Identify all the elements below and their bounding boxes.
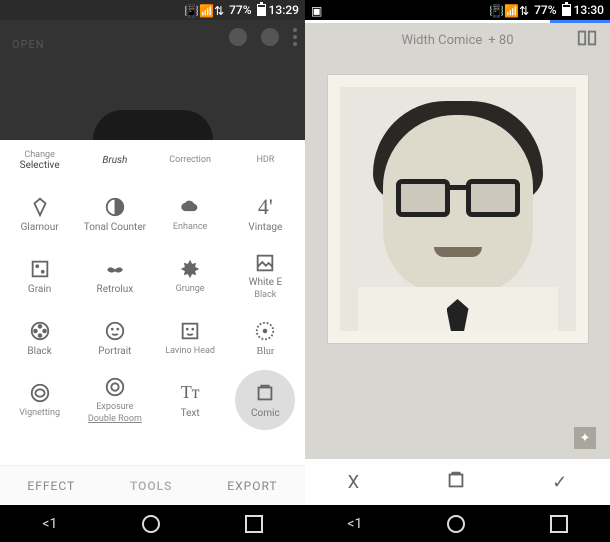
overflow-menu-icon[interactable]: [293, 28, 297, 46]
tool-vignetting[interactable]: Vignetting: [2, 368, 77, 430]
dotcircle-icon: [252, 318, 278, 344]
tools-panel: ChangeSelective Brush Correction HDR Gla…: [0, 140, 305, 465]
tool-comic[interactable]: Comic: [228, 368, 303, 430]
tool-correction[interactable]: Correction: [153, 144, 228, 178]
info-icon[interactable]: [261, 28, 279, 46]
tool-tonal-counter[interactable]: Tonal Counter: [77, 182, 152, 244]
adjustment-label: Width Comice: [401, 33, 482, 48]
frame-style-button[interactable]: [445, 469, 467, 496]
frame-icon: [252, 380, 278, 406]
portrait-photo: [340, 87, 576, 331]
vibrate-icon: 📳: [489, 4, 501, 16]
tool-blur[interactable]: Blur: [228, 306, 303, 368]
editor-header-left: OPEN: [0, 20, 305, 140]
signal-icon: 📶: [199, 4, 211, 16]
bookmark-icon[interactable]: ✦: [574, 427, 596, 449]
tool-hdr[interactable]: HDR: [228, 144, 303, 178]
battery-pct: 77%: [229, 3, 251, 17]
screenshot-icon: ▣: [311, 4, 323, 16]
battery-pct: 77%: [534, 3, 556, 17]
photo-preview-dimmed: [93, 110, 213, 140]
nav-home-icon[interactable]: [447, 515, 465, 533]
face-icon: [102, 318, 128, 344]
tool-exposure[interactable]: ExposureDouble Room: [77, 368, 152, 430]
tab-export[interactable]: EXPORT: [227, 479, 277, 493]
nav-recent-icon[interactable]: [550, 515, 568, 533]
battery-icon: [257, 4, 266, 16]
cloud-icon: [177, 194, 203, 220]
photo-frame: [328, 75, 588, 343]
vibrate-icon: 📳: [184, 4, 196, 16]
dice-icon: [27, 256, 53, 282]
diamond-icon: [27, 194, 53, 220]
four-icon: 4': [252, 194, 278, 220]
cancel-button[interactable]: X: [348, 472, 359, 493]
nav-back-label[interactable]: <1: [347, 516, 362, 532]
mustache-icon: [102, 256, 128, 282]
android-nav-bar: <1 <1: [0, 505, 610, 542]
clock: 13:29: [269, 3, 299, 17]
tool-vintage[interactable]: 4'Vintage: [228, 182, 303, 244]
nav-recent-icon[interactable]: [245, 515, 263, 533]
looks-icon[interactable]: [229, 28, 247, 46]
tool-black[interactable]: Black: [2, 306, 77, 368]
edit-action-bar: X ✓: [305, 459, 610, 505]
mobile-data-icon: ⇅: [519, 4, 531, 16]
vignette-icon: [27, 380, 53, 406]
tab-effect[interactable]: EFFECT: [27, 479, 75, 493]
tool-grunge[interactable]: Grunge: [153, 244, 228, 306]
exposure-icon: [102, 374, 128, 400]
contrast-icon: [102, 194, 128, 220]
tool-change[interactable]: ChangeSelective: [2, 144, 77, 178]
top-tab-indicator[interactable]: [305, 20, 610, 23]
nav-back-label[interactable]: <1: [42, 516, 57, 532]
clock: 13:30: [574, 3, 604, 17]
battery-icon: [562, 4, 571, 16]
tab-tools[interactable]: TOOLS: [130, 479, 172, 493]
facebox-icon: [177, 318, 203, 344]
tool-white-e[interactable]: White EBlack: [228, 244, 303, 306]
tool-text[interactable]: TᴛText: [153, 368, 228, 430]
signal-icon: 📶: [504, 4, 516, 16]
tool-glamour[interactable]: Glamour: [2, 182, 77, 244]
text-icon: Tᴛ: [177, 380, 203, 406]
bottom-tabs: EFFECT TOOLS EXPORT: [0, 465, 305, 505]
splat-icon: [177, 256, 203, 282]
open-label[interactable]: OPEN: [12, 38, 45, 51]
mobile-data-icon: ⇅: [214, 4, 226, 16]
nav-home-icon[interactable]: [142, 515, 160, 533]
image-icon: [252, 250, 278, 275]
compare-icon[interactable]: [576, 27, 598, 53]
status-bar-left: 📳 📶 ⇅ 77% 13:29: [0, 0, 305, 20]
canvas-area[interactable]: [305, 57, 610, 459]
tool-lavino-head[interactable]: Lavino Head: [153, 306, 228, 368]
apply-button[interactable]: ✓: [552, 472, 567, 493]
tool-brush[interactable]: Brush: [77, 144, 152, 178]
tools-row-labels: ChangeSelective Brush Correction HDR: [0, 140, 305, 178]
tool-retrolux[interactable]: Retrolux: [77, 244, 152, 306]
tool-enhance[interactable]: Enhance: [153, 182, 228, 244]
adjustment-value: + 80: [488, 33, 513, 48]
adjustment-header[interactable]: Width Comice + 80: [305, 23, 610, 57]
tool-grain[interactable]: Grain: [2, 244, 77, 306]
status-bar-right: ▣ 📳 📶 ⇅ 77% 13:30: [305, 0, 610, 20]
reel-icon: [27, 318, 53, 344]
tool-portrait[interactable]: Portrait: [77, 306, 152, 368]
